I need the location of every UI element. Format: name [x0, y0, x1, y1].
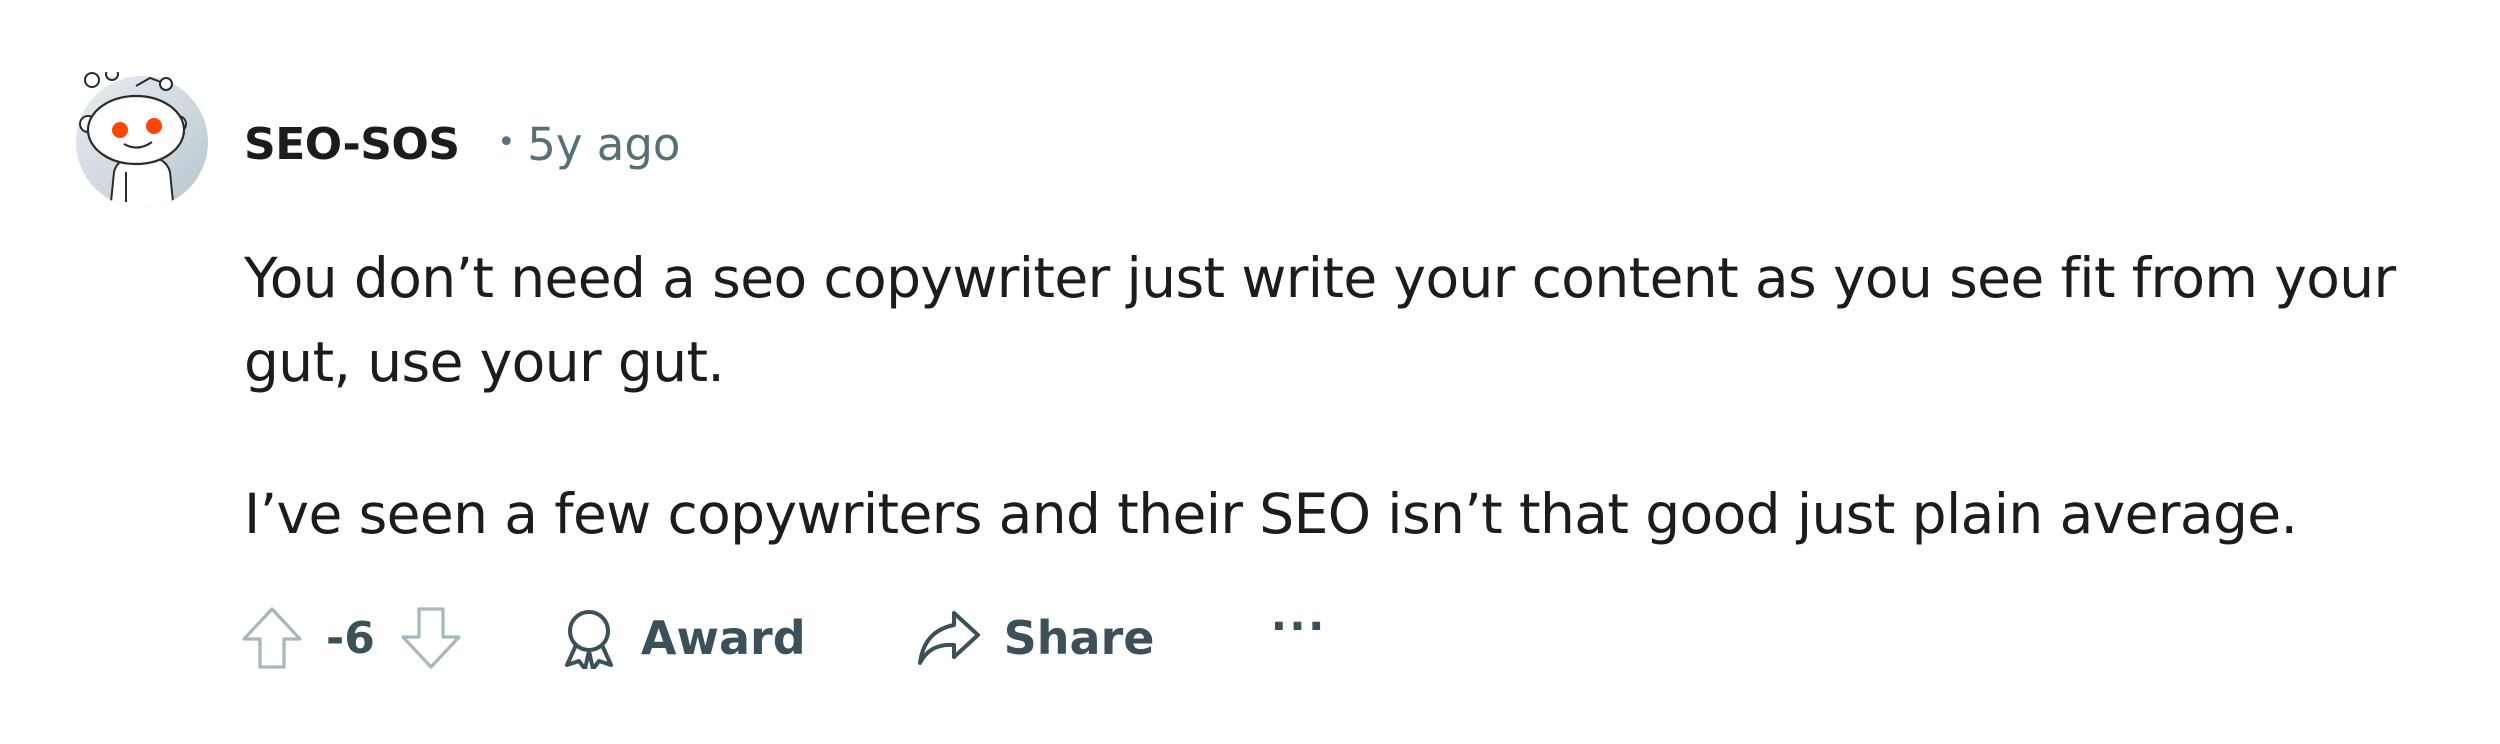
comment-body: You don’t need a seo copywriter just wri… — [244, 236, 2464, 556]
ellipsis-icon: ··· — [1270, 600, 1327, 652]
separator-dot: • — [497, 124, 516, 160]
author-username[interactable]: SEO-SOS — [244, 119, 460, 170]
comment-header: SEO-SOS • 5y ago — [244, 112, 680, 176]
snoo-avatar-icon — [76, 67, 208, 208]
arrow-up-icon — [242, 607, 302, 669]
downvote-button[interactable] — [399, 605, 463, 671]
vote-score: -6 — [326, 612, 375, 664]
comment-actions: -6 Award Share ··· — [240, 598, 1327, 678]
comment-timestamp[interactable]: 5y ago — [527, 118, 680, 171]
comment-paragraph: I’ve seen a few copywriters and their SE… — [244, 482, 2298, 546]
avatar[interactable] — [74, 67, 210, 210]
arrow-down-icon — [401, 607, 461, 669]
share-label: Share — [1003, 611, 1155, 665]
award-button[interactable]: Award — [559, 607, 806, 669]
vote-control: -6 — [240, 605, 463, 671]
comment: SEO-SOS • 5y ago You don’t need a seo co… — [0, 0, 2500, 744]
share-arrow-icon — [917, 611, 980, 665]
award-label: Award — [640, 611, 806, 665]
more-options-button[interactable]: ··· — [1270, 601, 1326, 652]
upvote-button[interactable] — [240, 605, 304, 671]
award-ribbon-icon — [564, 610, 613, 669]
share-button[interactable]: Share — [916, 609, 1155, 667]
comment-paragraph: You don’t need a seo copywriter just wri… — [244, 246, 2396, 394]
